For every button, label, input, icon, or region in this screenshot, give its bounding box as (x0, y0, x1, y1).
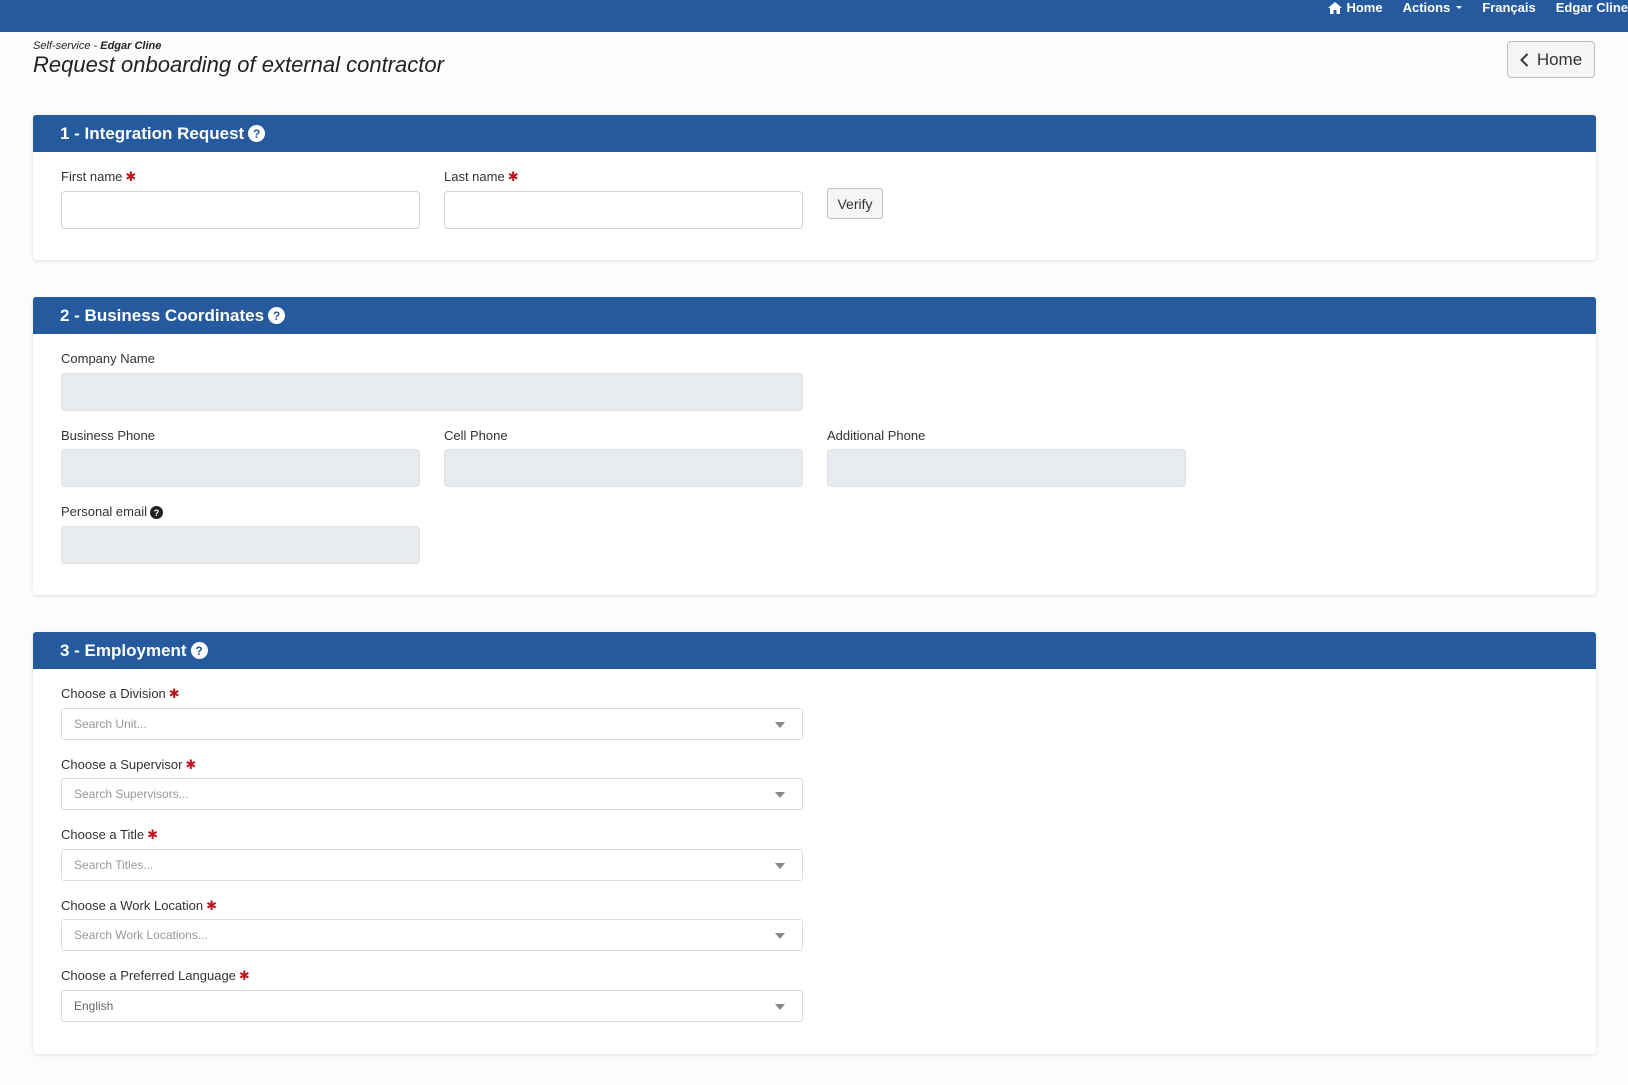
cell-phone-label: Cell Phone (444, 428, 508, 443)
required-asterisk-icon: ✱ (206, 898, 218, 913)
required-asterisk-icon: ✱ (125, 169, 137, 184)
division-placeholder: Search Unit... (74, 717, 147, 731)
preferred-language-label: Choose a Preferred Language ✱ (61, 968, 250, 984)
company-name-label: Company Name (61, 351, 155, 366)
nav-home-label: Home (1346, 0, 1383, 15)
integration-request-section: 1 - Integration Request ? First name ✱ La… (33, 115, 1596, 260)
dropdown-arrow-icon (775, 863, 785, 869)
top-navbar: Home Actions Français Edgar Cline (0, 0, 1628, 32)
help-icon[interactable]: ? (248, 125, 266, 142)
section-title: 1 - Integration Request (60, 123, 245, 143)
last-name-label: Last name ✱ (444, 169, 519, 185)
section-title: 2 - Business Coordinates (60, 305, 265, 325)
additional-phone-field (827, 449, 1186, 487)
employment-section: 3 - Employment ? Choose a Division ✱ Sear… (33, 632, 1596, 1054)
dropdown-arrow-icon (775, 933, 785, 939)
section-header: 1 - Integration Request ? (33, 115, 1596, 152)
home-icon (1328, 1, 1343, 14)
title-label: Choose a Title ✱ (61, 827, 158, 843)
cell-phone-field (444, 449, 803, 487)
nav-home-link[interactable]: Home (1328, 0, 1383, 15)
breadcrumb-prefix: Self-service - (33, 40, 101, 52)
title-placeholder: Search Titles... (74, 858, 154, 872)
caret-down-icon (1456, 6, 1463, 9)
supervisor-label: Choose a Supervisor ✱ (61, 757, 196, 773)
help-icon[interactable]: ? (190, 642, 208, 659)
personal-email-label-text: Personal email (61, 504, 147, 519)
dropdown-arrow-icon (775, 792, 785, 798)
home-button[interactable]: Home (1507, 41, 1595, 78)
additional-phone-label: Additional Phone (827, 428, 926, 443)
last-name-input[interactable] (444, 191, 803, 229)
business-phone-field (61, 449, 420, 487)
supervisor-placeholder: Search Supervisors... (74, 787, 189, 801)
first-name-label-text: First name (61, 169, 123, 184)
personal-email-label: Personal email? (61, 504, 163, 520)
breadcrumb: Self-service - Edgar Cline (33, 40, 161, 52)
supervisor-label-text: Choose a Supervisor (61, 757, 183, 772)
title-label-text: Choose a Title (61, 827, 145, 842)
first-name-input[interactable] (61, 191, 420, 229)
preferred-language-select[interactable]: English (61, 990, 803, 1022)
required-asterisk-icon: ✱ (238, 968, 250, 983)
nav-actions-dropdown[interactable]: Actions (1403, 0, 1463, 15)
section-header: 2 - Business Coordinates ? (33, 297, 1596, 334)
supervisor-select[interactable]: Search Supervisors... (61, 778, 803, 810)
required-asterisk-icon: ✱ (507, 169, 519, 184)
division-select[interactable]: Search Unit... (61, 708, 803, 740)
last-name-label-text: Last name (444, 169, 505, 184)
dropdown-arrow-icon (775, 722, 785, 728)
work-location-label: Choose a Work Location ✱ (61, 898, 217, 914)
division-label: Choose a Division ✱ (61, 686, 180, 702)
nav-user-label: Edgar Cline (1555, 0, 1628, 15)
personal-email-field (61, 526, 420, 564)
nav-language-link[interactable]: Français (1482, 0, 1535, 15)
required-asterisk-icon: ✱ (168, 686, 180, 701)
page-title: Request onboarding of external contracto… (33, 52, 444, 77)
dropdown-arrow-icon (775, 1004, 785, 1010)
business-coordinates-section: 2 - Business Coordinates ? Company Name … (33, 297, 1596, 595)
home-button-label: Home (1536, 49, 1583, 69)
title-select[interactable]: Search Titles... (61, 849, 803, 881)
preferred-language-value: English (74, 999, 114, 1013)
section-header: 3 - Employment ? (33, 632, 1596, 669)
nav-actions-label: Actions (1402, 0, 1451, 15)
top-nav-menu: Home Actions Français Edgar Cline (1328, 0, 1628, 15)
division-label-text: Choose a Division (61, 686, 166, 701)
help-icon[interactable]: ? (268, 307, 286, 324)
nav-user-menu[interactable]: Edgar Cline (1556, 0, 1628, 15)
work-location-placeholder: Search Work Locations... (74, 928, 208, 942)
required-asterisk-icon: ✱ (185, 757, 197, 772)
help-icon[interactable]: ? (150, 506, 163, 520)
required-asterisk-icon: ✱ (147, 827, 159, 842)
work-location-select[interactable]: Search Work Locations... (61, 919, 803, 951)
verify-button[interactable]: Verify (827, 188, 883, 219)
work-location-label-text: Choose a Work Location (61, 898, 204, 913)
business-phone-label: Business Phone (61, 428, 155, 443)
company-name-field (61, 373, 803, 411)
nav-language-label: Français (1482, 0, 1536, 15)
first-name-label: First name ✱ (61, 169, 136, 185)
breadcrumb-user: Edgar Cline (100, 40, 162, 52)
preferred-language-label-text: Choose a Preferred Language (61, 968, 236, 983)
chevron-left-icon (1519, 52, 1529, 67)
section-title: 3 - Employment (60, 640, 187, 660)
